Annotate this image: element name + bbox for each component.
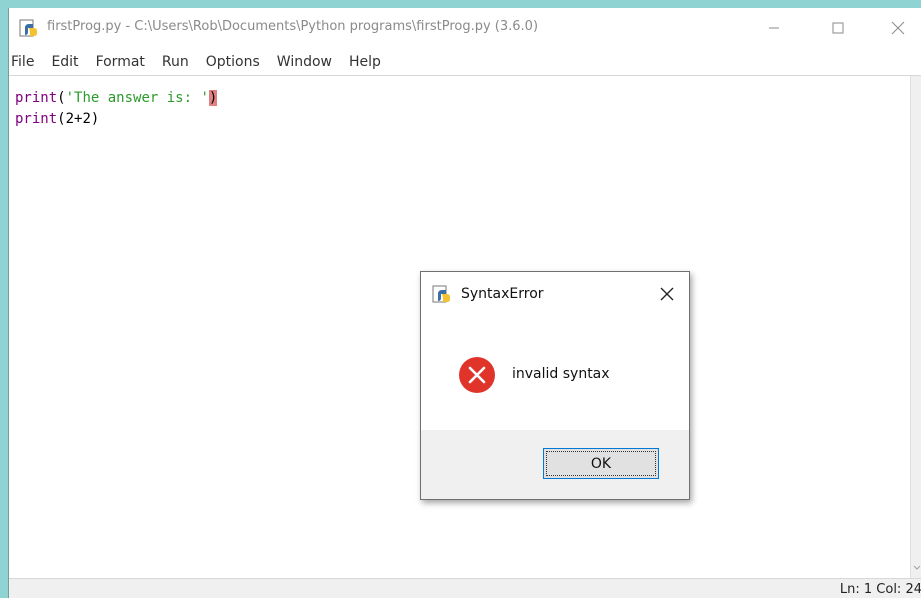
menu-help[interactable]: Help <box>339 54 388 70</box>
vertical-scrollbar[interactable] <box>910 76 921 578</box>
call-args: (2+2) <box>57 111 100 127</box>
status-bar: Ln: 1 Col: 24 <box>9 578 921 598</box>
code-line-1: print('The answer is: ') <box>15 90 218 106</box>
maximize-button[interactable] <box>815 8 861 48</box>
minimize-icon <box>769 27 779 29</box>
syntax-error-dialog: SyntaxError invalid syntax OK <box>420 271 690 500</box>
code-line-2: print(2+2) <box>15 111 99 127</box>
menu-format[interactable]: Format <box>86 54 152 70</box>
error-icon <box>459 357 495 393</box>
python-file-icon <box>19 19 37 37</box>
scroll-down-button[interactable] <box>913 564 921 572</box>
window-close-button[interactable] <box>875 8 921 48</box>
menu-run[interactable]: Run <box>152 54 196 70</box>
dialog-title: SyntaxError <box>461 286 544 302</box>
close-icon <box>891 21 905 35</box>
maximize-icon <box>832 22 844 34</box>
cursor-position: Ln: 1 Col: 24 <box>839 582 921 597</box>
builtin-print: print <box>15 90 58 106</box>
menu-file[interactable]: File <box>9 54 41 70</box>
builtin-print-2: print <box>15 111 58 127</box>
window-title: firstProg.py - C:\Users\Rob\Documents\Py… <box>47 19 539 34</box>
menu-window[interactable]: Window <box>267 54 339 70</box>
ok-button[interactable]: OK <box>543 448 659 479</box>
chevron-down-icon <box>913 565 921 570</box>
error-message: invalid syntax <box>512 366 610 382</box>
dialog-close-button[interactable] <box>657 284 677 304</box>
string-literal: 'The answer is: ' <box>65 90 209 106</box>
minimize-button[interactable] <box>751 8 797 48</box>
menu-edit[interactable]: Edit <box>41 54 85 70</box>
open-paren: ( <box>57 90 66 106</box>
highlighted-close-paren: ) <box>208 90 218 106</box>
python-icon <box>432 285 450 303</box>
menu-bar: File Edit Format Run Options Window Help <box>9 50 921 74</box>
close-icon <box>660 287 674 301</box>
dialog-footer: OK <box>421 430 689 499</box>
code-text: print('The answer is: ') print(2+2) <box>15 88 218 130</box>
title-bar[interactable]: firstProg.py - C:\Users\Rob\Documents\Py… <box>9 8 921 48</box>
menu-options[interactable]: Options <box>196 54 267 70</box>
